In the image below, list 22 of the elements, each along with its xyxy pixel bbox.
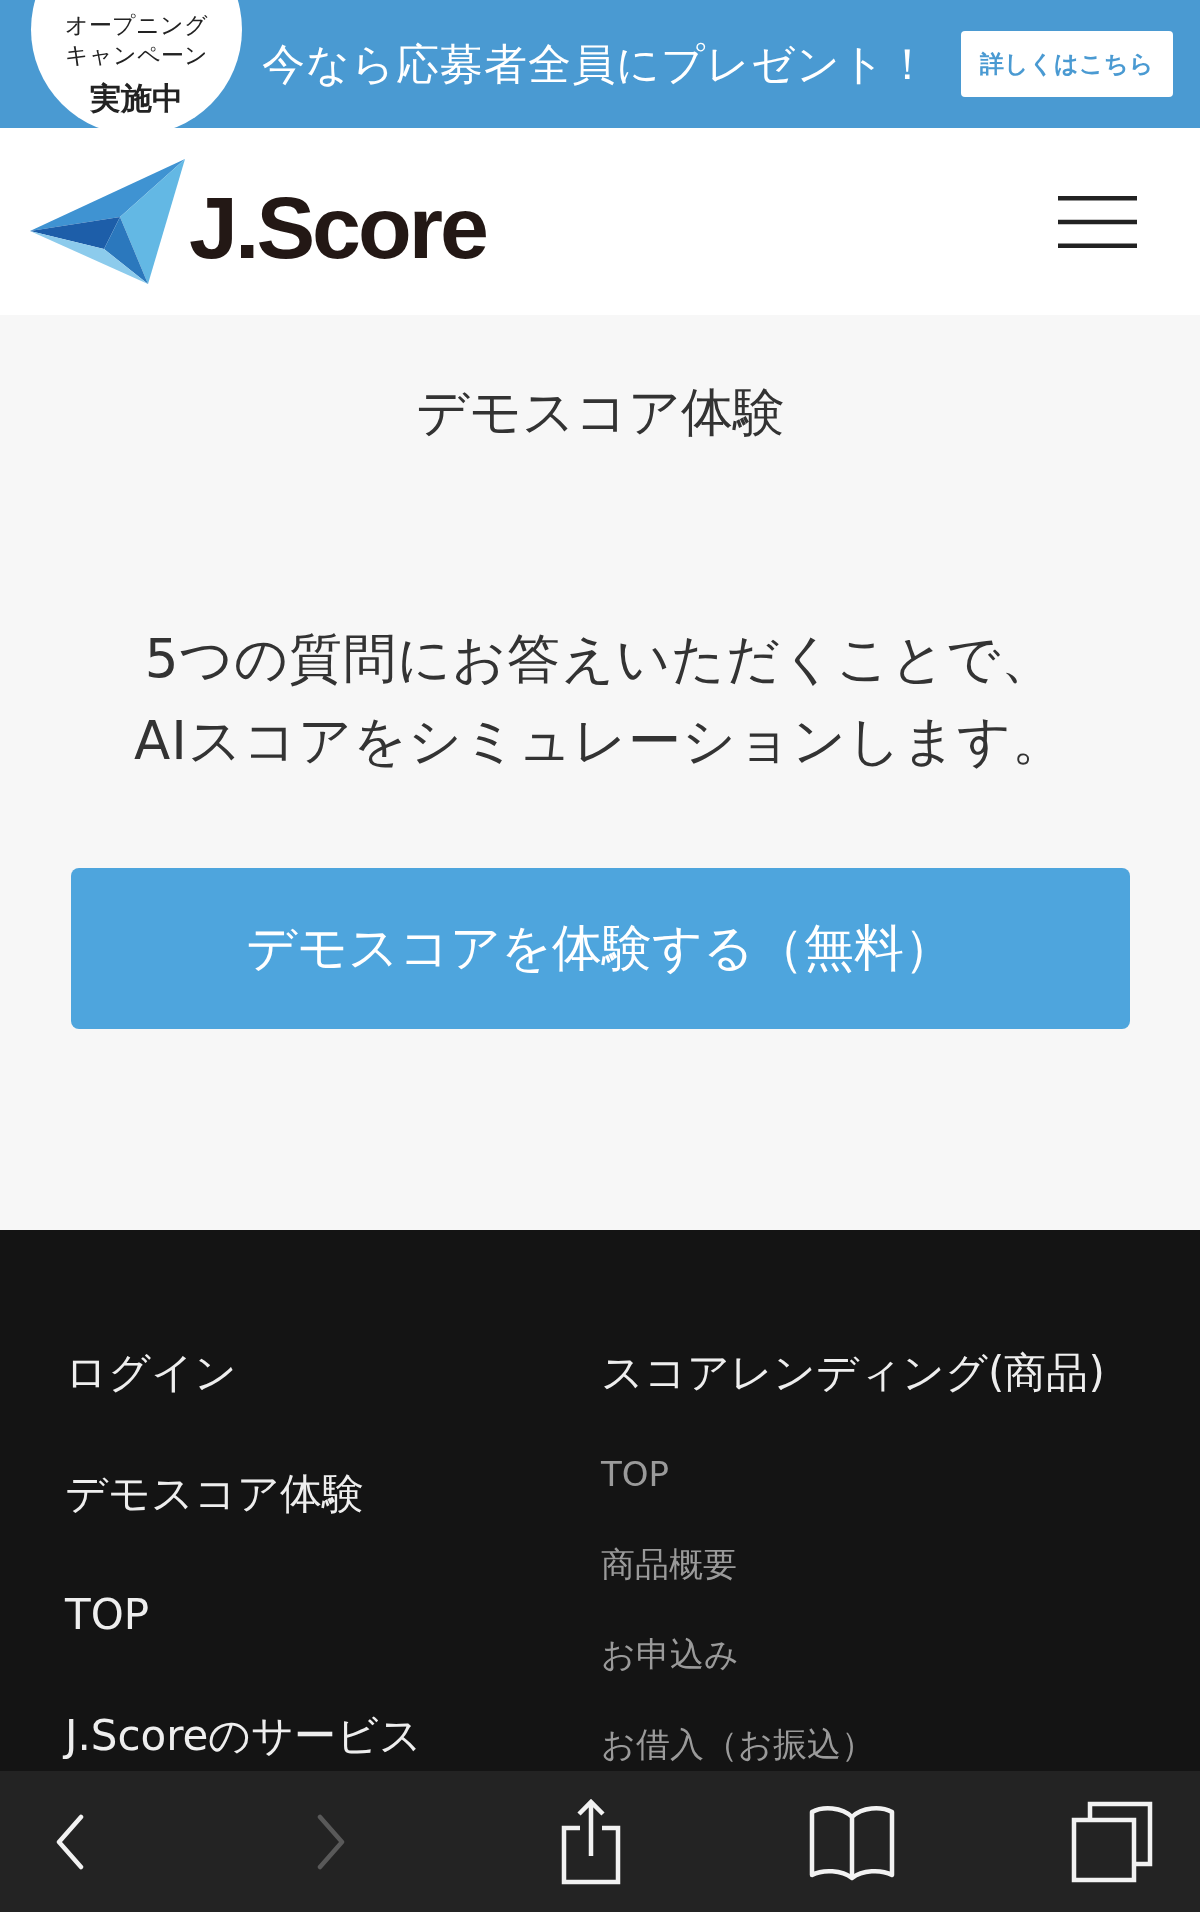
share-icon (559, 1797, 623, 1886)
badge-text: キャンペーン (65, 41, 208, 70)
menu-icon (1058, 193, 1137, 250)
section-title: デモスコア体験 (415, 382, 785, 442)
chevron-right-icon (315, 1813, 346, 1870)
footer-sub-link[interactable]: 商品概要 (601, 1542, 737, 1586)
footer-link[interactable]: ログイン (65, 1348, 237, 1398)
badge-text: 実施中 (90, 79, 183, 118)
footer-sub-link[interactable]: お申込み (601, 1632, 739, 1676)
badge-text: オープニング (65, 11, 208, 40)
chevron-left-icon (55, 1813, 85, 1870)
footer-link[interactable]: デモスコア体験 (65, 1469, 364, 1519)
description-text: 5つの質問にお答えいただくことで、 AIスコアをシミュレーションします。 (134, 627, 1066, 773)
menu-button[interactable] (1058, 193, 1137, 250)
footer-link[interactable]: TOP (65, 1590, 150, 1640)
promo-message: 今なら応募者全員にプレゼント！ (262, 38, 930, 91)
footer-sub-link[interactable]: TOP (601, 1452, 670, 1496)
footer-heading: スコアレンディング(商品) (601, 1348, 1105, 1398)
tabs-icon (1071, 1800, 1153, 1883)
triangle-logo-icon (30, 159, 185, 284)
footer-sub-link[interactable]: お借入（お振込） (601, 1722, 875, 1766)
logo-text: J.Score (189, 183, 486, 272)
